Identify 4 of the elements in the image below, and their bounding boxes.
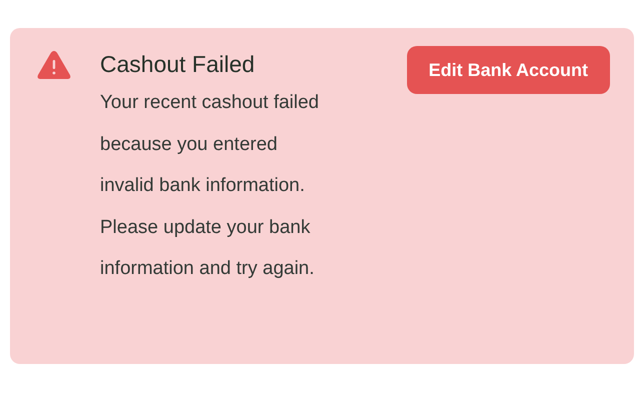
warning-icon <box>36 49 72 81</box>
edit-bank-account-button[interactable]: Edit Bank Account <box>406 46 610 94</box>
alert-message: Your recent cashout failed because you entered invalid bank information. Please update your bank information and try again. <box>100 91 320 281</box>
alert-title: Cashout Failed <box>100 50 256 79</box>
